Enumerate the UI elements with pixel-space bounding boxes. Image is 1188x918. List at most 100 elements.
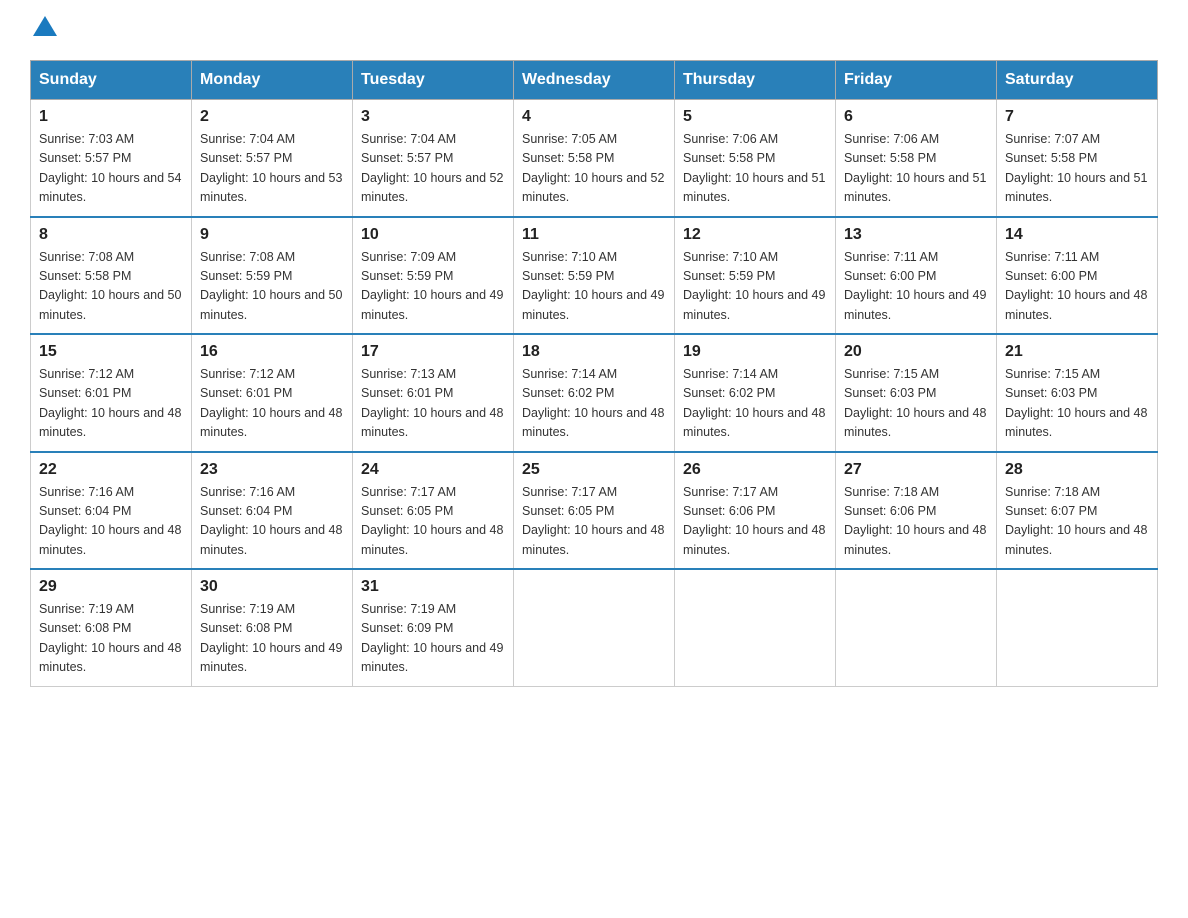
calendar-week-row: 8 Sunrise: 7:08 AMSunset: 5:58 PMDaylight… (31, 217, 1158, 335)
calendar-cell: 22 Sunrise: 7:16 AMSunset: 6:04 PMDayligh… (31, 452, 192, 570)
calendar-cell: 5 Sunrise: 7:06 AMSunset: 5:58 PMDaylight… (675, 100, 836, 217)
day-info: Sunrise: 7:09 AMSunset: 5:59 PMDaylight:… (361, 248, 505, 326)
calendar-cell: 13 Sunrise: 7:11 AMSunset: 6:00 PMDayligh… (836, 217, 997, 335)
calendar-cell: 19 Sunrise: 7:14 AMSunset: 6:02 PMDayligh… (675, 334, 836, 452)
calendar-cell: 4 Sunrise: 7:05 AMSunset: 5:58 PMDaylight… (514, 100, 675, 217)
calendar-cell (675, 569, 836, 686)
day-number: 23 (200, 461, 344, 479)
calendar-cell: 1Sunrise: 7:03 AMSunset: 5:57 PMDaylight… (31, 100, 192, 217)
calendar-cell: 3Sunrise: 7:04 AMSunset: 5:57 PMDaylight… (353, 100, 514, 217)
calendar-cell: 10 Sunrise: 7:09 AMSunset: 5:59 PMDayligh… (353, 217, 514, 335)
calendar-header-friday: Friday (836, 61, 997, 100)
day-number: 18 (522, 343, 666, 361)
calendar-cell (514, 569, 675, 686)
day-number: 29 (39, 578, 183, 596)
calendar-cell: 11 Sunrise: 7:10 AMSunset: 5:59 PMDayligh… (514, 217, 675, 335)
day-info: Sunrise: 7:06 AMSunset: 5:58 PMDaylight:… (844, 130, 988, 208)
day-number: 15 (39, 343, 183, 361)
calendar-week-row: 1Sunrise: 7:03 AMSunset: 5:57 PMDaylight… (31, 100, 1158, 217)
day-number: 16 (200, 343, 344, 361)
day-number: 27 (844, 461, 988, 479)
calendar-header-thursday: Thursday (675, 61, 836, 100)
calendar-cell: 24 Sunrise: 7:17 AMSunset: 6:05 PMDayligh… (353, 452, 514, 570)
day-info: Sunrise: 7:10 AMSunset: 5:59 PMDaylight:… (683, 248, 827, 326)
calendar-cell: 8 Sunrise: 7:08 AMSunset: 5:58 PMDaylight… (31, 217, 192, 335)
day-info: Sunrise: 7:16 AMSunset: 6:04 PMDaylight:… (200, 483, 344, 561)
day-info: Sunrise: 7:10 AMSunset: 5:59 PMDaylight:… (522, 248, 666, 326)
day-info: Sunrise: 7:11 AMSunset: 6:00 PMDaylight:… (1005, 248, 1149, 326)
day-info: Sunrise: 7:07 AMSunset: 5:58 PMDaylight:… (1005, 130, 1149, 208)
calendar-cell: 15 Sunrise: 7:12 AMSunset: 6:01 PMDayligh… (31, 334, 192, 452)
calendar-cell: 26Sunrise: 7:17 AMSunset: 6:06 PMDayligh… (675, 452, 836, 570)
day-number: 24 (361, 461, 505, 479)
calendar-header-saturday: Saturday (997, 61, 1158, 100)
day-info: Sunrise: 7:15 AMSunset: 6:03 PMDaylight:… (844, 365, 988, 443)
day-number: 10 (361, 226, 505, 244)
day-info: Sunrise: 7:04 AMSunset: 5:57 PMDaylight:… (200, 130, 344, 208)
day-info: Sunrise: 7:15 AMSunset: 6:03 PMDaylight:… (1005, 365, 1149, 443)
day-number: 21 (1005, 343, 1149, 361)
calendar-cell (836, 569, 997, 686)
day-number: 9 (200, 226, 344, 244)
day-number: 8 (39, 226, 183, 244)
calendar-header-tuesday: Tuesday (353, 61, 514, 100)
day-info: Sunrise: 7:18 AMSunset: 6:06 PMDaylight:… (844, 483, 988, 561)
calendar-cell: 27 Sunrise: 7:18 AMSunset: 6:06 PMDayligh… (836, 452, 997, 570)
day-info: Sunrise: 7:11 AMSunset: 6:00 PMDaylight:… (844, 248, 988, 326)
day-number: 7 (1005, 108, 1149, 126)
calendar-cell: 12 Sunrise: 7:10 AMSunset: 5:59 PMDayligh… (675, 217, 836, 335)
day-info: Sunrise: 7:16 AMSunset: 6:04 PMDaylight:… (39, 483, 183, 561)
calendar-cell: 30 Sunrise: 7:19 AMSunset: 6:08 PMDayligh… (192, 569, 353, 686)
day-number: 3 (361, 108, 505, 126)
calendar-cell: 16 Sunrise: 7:12 AMSunset: 6:01 PMDayligh… (192, 334, 353, 452)
calendar-header-monday: Monday (192, 61, 353, 100)
calendar-header-row: SundayMondayTuesdayWednesdayThursdayFrid… (31, 61, 1158, 100)
day-number: 6 (844, 108, 988, 126)
calendar-cell: 18 Sunrise: 7:14 AMSunset: 6:02 PMDayligh… (514, 334, 675, 452)
day-number: 30 (200, 578, 344, 596)
day-number: 11 (522, 226, 666, 244)
day-number: 5 (683, 108, 827, 126)
calendar-cell: 28 Sunrise: 7:18 AMSunset: 6:07 PMDayligh… (997, 452, 1158, 570)
calendar-cell (997, 569, 1158, 686)
day-number: 17 (361, 343, 505, 361)
calendar-table: SundayMondayTuesdayWednesdayThursdayFrid… (30, 60, 1158, 687)
day-number: 28 (1005, 461, 1149, 479)
logo (30, 20, 57, 40)
day-number: 2 (200, 108, 344, 126)
day-info: Sunrise: 7:03 AMSunset: 5:57 PMDaylight:… (39, 130, 183, 208)
day-info: Sunrise: 7:19 AMSunset: 6:08 PMDaylight:… (200, 600, 344, 678)
day-info: Sunrise: 7:12 AMSunset: 6:01 PMDaylight:… (39, 365, 183, 443)
day-number: 13 (844, 226, 988, 244)
calendar-cell: 31Sunrise: 7:19 AMSunset: 6:09 PMDayligh… (353, 569, 514, 686)
calendar-cell: 6 Sunrise: 7:06 AMSunset: 5:58 PMDaylight… (836, 100, 997, 217)
calendar-cell: 2 Sunrise: 7:04 AMSunset: 5:57 PMDaylight… (192, 100, 353, 217)
calendar-cell: 23 Sunrise: 7:16 AMSunset: 6:04 PMDayligh… (192, 452, 353, 570)
day-number: 12 (683, 226, 827, 244)
day-info: Sunrise: 7:05 AMSunset: 5:58 PMDaylight:… (522, 130, 666, 208)
day-info: Sunrise: 7:08 AMSunset: 5:58 PMDaylight:… (39, 248, 183, 326)
day-info: Sunrise: 7:14 AMSunset: 6:02 PMDaylight:… (683, 365, 827, 443)
calendar-cell: 20 Sunrise: 7:15 AMSunset: 6:03 PMDayligh… (836, 334, 997, 452)
calendar-header-sunday: Sunday (31, 61, 192, 100)
calendar-week-row: 15 Sunrise: 7:12 AMSunset: 6:01 PMDayligh… (31, 334, 1158, 452)
day-number: 19 (683, 343, 827, 361)
day-info: Sunrise: 7:12 AMSunset: 6:01 PMDaylight:… (200, 365, 344, 443)
calendar-cell: 21 Sunrise: 7:15 AMSunset: 6:03 PMDayligh… (997, 334, 1158, 452)
day-info: Sunrise: 7:14 AMSunset: 6:02 PMDaylight:… (522, 365, 666, 443)
calendar-cell: 29 Sunrise: 7:19 AMSunset: 6:08 PMDayligh… (31, 569, 192, 686)
calendar-cell: 9Sunrise: 7:08 AMSunset: 5:59 PMDaylight… (192, 217, 353, 335)
day-info: Sunrise: 7:18 AMSunset: 6:07 PMDaylight:… (1005, 483, 1149, 561)
day-info: Sunrise: 7:13 AMSunset: 6:01 PMDaylight:… (361, 365, 505, 443)
day-number: 4 (522, 108, 666, 126)
day-info: Sunrise: 7:17 AMSunset: 6:05 PMDaylight:… (361, 483, 505, 561)
calendar-week-row: 22 Sunrise: 7:16 AMSunset: 6:04 PMDayligh… (31, 452, 1158, 570)
day-info: Sunrise: 7:06 AMSunset: 5:58 PMDaylight:… (683, 130, 827, 208)
day-number: 31 (361, 578, 505, 596)
day-number: 26 (683, 461, 827, 479)
calendar-week-row: 29 Sunrise: 7:19 AMSunset: 6:08 PMDayligh… (31, 569, 1158, 686)
day-number: 20 (844, 343, 988, 361)
calendar-cell: 17 Sunrise: 7:13 AMSunset: 6:01 PMDayligh… (353, 334, 514, 452)
day-info: Sunrise: 7:19 AMSunset: 6:08 PMDaylight:… (39, 600, 183, 678)
day-number: 22 (39, 461, 183, 479)
